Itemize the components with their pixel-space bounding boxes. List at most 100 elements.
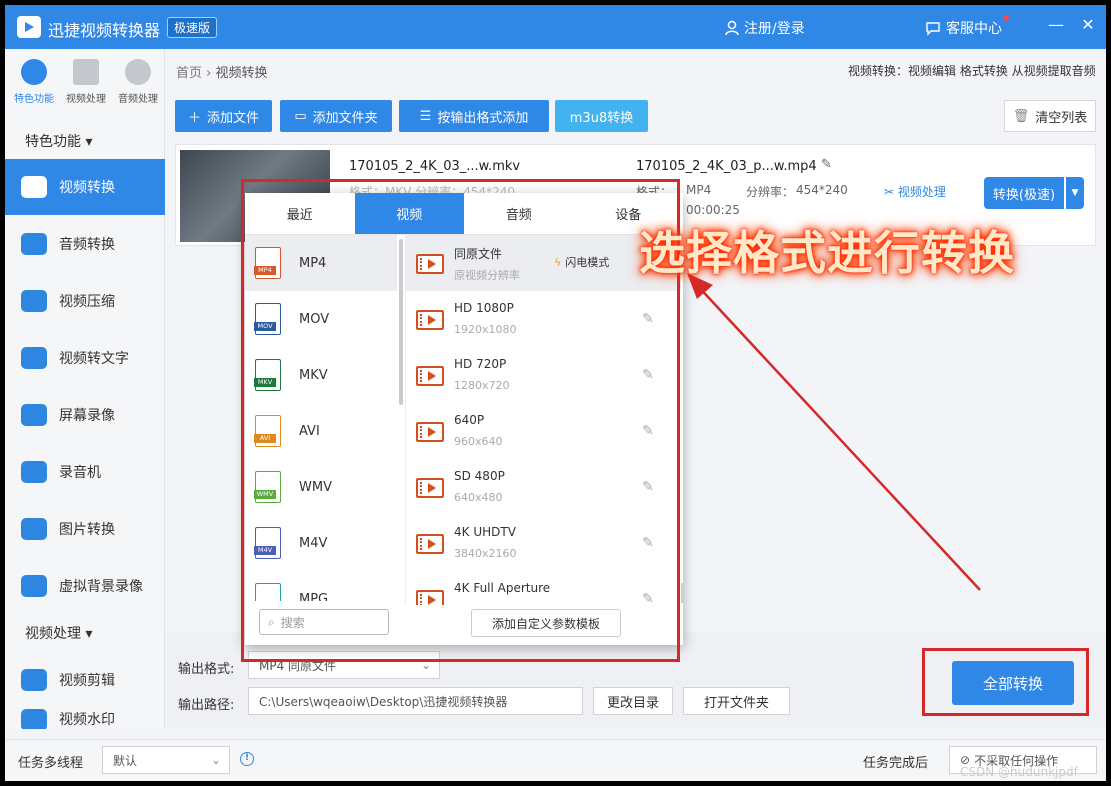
breadcrumb-separator: › — [206, 66, 212, 81]
compress-icon — [21, 290, 47, 312]
output-res-label: 分辨率： — [746, 185, 795, 199]
watermark-icon — [21, 709, 47, 729]
sidebar-item-label: 音频转换 — [59, 237, 115, 253]
multithread-label: 任务多线程 — [18, 756, 84, 771]
chevron-down-icon: ▼ — [1071, 188, 1079, 198]
login-label: 注册/登录 — [744, 21, 805, 37]
sidebar-item-watermark[interactable]: 视频水印 — [5, 709, 165, 729]
annotation-popup-box — [241, 179, 680, 662]
film-icon — [73, 59, 99, 85]
output-res-value: 454*240 — [796, 183, 848, 197]
category-label: 特色功能 — [14, 94, 54, 105]
user-icon — [725, 20, 739, 36]
add-file-button[interactable]: ＋ 添加文件 — [175, 100, 272, 132]
service-label: 客服中心 — [946, 21, 1002, 37]
sidebar-item-recorder[interactable]: 录音机 — [5, 444, 165, 500]
sidebar-item-screen-record[interactable]: 屏幕录像 — [5, 387, 165, 443]
chevron-down-icon: ⌄ — [210, 753, 221, 767]
video-process-link[interactable]: ✂ 视频处理 — [884, 183, 946, 200]
sidebar-item-compress[interactable]: 视频压缩 — [5, 273, 165, 329]
folder-icon: ▭ — [294, 108, 307, 124]
customer-service-link[interactable]: 客服中心 — [925, 18, 1002, 38]
notification-dot — [1003, 15, 1009, 21]
annotation-convert-box — [922, 648, 1089, 716]
close-button[interactable]: ✕ — [1077, 15, 1099, 34]
annotation-arrow-icon — [687, 273, 981, 591]
after-complete-label: 任务完成后 — [863, 756, 929, 771]
breadcrumb: 首页 › 视频转换 — [176, 62, 268, 81]
trash-icon: 🗑 — [1012, 108, 1030, 124]
plus-icon: ＋ — [187, 110, 201, 126]
text-icon — [21, 347, 47, 369]
breadcrumb-current: 视频转换 — [215, 66, 268, 81]
output-format-label: 输出格式: — [178, 662, 235, 677]
open-folder-button[interactable]: 打开文件夹 — [683, 687, 790, 715]
status-bar: 任务多线程 默认 ⌄ ! 任务完成后 ⊘ 不采取任何操作 — [5, 739, 1106, 781]
sidebar: 特色功能 视频处理 音频处理 特色功能 ▾ 视频转换 音频转换 视频压缩 视频转… — [5, 49, 165, 729]
output-path-label: 输出路径: — [178, 698, 235, 713]
info-icon[interactable]: ! — [240, 752, 254, 766]
sidebar-item-video-edit[interactable]: 视频剪辑 — [5, 652, 165, 708]
sidebar-item-audio-convert[interactable]: 音频转换 — [5, 216, 165, 272]
section-featured[interactable]: 特色功能 ▾ — [25, 131, 92, 151]
sidebar-item-label: 屏幕录像 — [59, 408, 115, 424]
category-label: 音频处理 — [118, 94, 158, 105]
clear-list-button[interactable]: 🗑 清空列表 — [1004, 100, 1096, 132]
app-window: 迅捷视频转换器 极速版 注册/登录 客服中心 — ✕ 特色功能 视频处理 音频处… — [5, 5, 1106, 781]
input-file-name: 170105_2_4K_03_...w.mkv — [349, 159, 521, 174]
star-icon — [21, 59, 47, 85]
process-label: 视频处理 — [897, 185, 946, 199]
edit-video-icon — [21, 669, 47, 691]
annotation-callout: 选择格式进行转换 — [639, 226, 1015, 280]
output-duration: 00:00:25 — [686, 203, 740, 217]
sidebar-item-label: 视频剪辑 — [59, 673, 115, 689]
camera-icon — [21, 404, 47, 426]
convert-dropdown-button[interactable]: ▼ — [1066, 177, 1084, 209]
sidebar-item-video-to-text[interactable]: 视频转文字 — [5, 330, 165, 386]
button-label: 添加文件 — [207, 110, 260, 126]
rename-icon[interactable]: ✎ — [821, 157, 832, 172]
sidebar-item-label: 视频压缩 — [59, 294, 115, 310]
watermark: CSDN @hudunkjpdf — [960, 765, 1078, 779]
edition-badge: 极速版 — [167, 17, 218, 38]
sidebar-item-video-convert[interactable]: 视频转换 — [5, 159, 165, 215]
m3u8-convert-button[interactable]: m3u8转换 — [555, 100, 648, 132]
category-label: 视频处理 — [66, 94, 106, 105]
image-icon — [21, 518, 47, 540]
sidebar-item-virtual-bg[interactable]: 虚拟背景录像 — [5, 558, 165, 614]
login-link[interactable]: 注册/登录 — [725, 18, 805, 38]
category-video[interactable]: 视频处理 — [61, 59, 111, 105]
video-convert-icon — [21, 176, 47, 198]
category-audio[interactable]: 音频处理 — [113, 59, 163, 105]
sidebar-item-label: 视频转文字 — [59, 351, 129, 367]
sidebar-item-label: 录音机 — [59, 465, 101, 481]
category-icons: 特色功能 视频处理 音频处理 — [5, 59, 165, 115]
sidebar-item-label: 虚拟背景录像 — [59, 579, 143, 595]
button-label: 添加文件夹 — [312, 110, 378, 126]
add-by-format-button[interactable]: ☰ 按输出格式添加 — [399, 100, 549, 132]
output-file-name: 170105_2_4K_03_p...w.mp4 — [636, 159, 817, 174]
scissors-icon: ✂ — [884, 185, 895, 199]
virtual-bg-icon — [21, 575, 47, 597]
sidebar-item-image-convert[interactable]: 图片转换 — [5, 501, 165, 557]
change-directory-button[interactable]: 更改目录 — [593, 687, 673, 715]
multithread-value: 默认 — [113, 753, 138, 768]
section-video-processing[interactable]: 视频处理 ▾ — [25, 623, 92, 643]
radio-icon — [21, 461, 47, 483]
multithread-select[interactable]: 默认 ⌄ — [102, 746, 230, 774]
category-featured[interactable]: 特色功能 — [9, 59, 59, 105]
list-icon: ☰ — [419, 108, 432, 124]
feature-description: 视频转换：视频编辑 格式转换 从视频提取音频 — [848, 64, 1096, 78]
title-bar: 迅捷视频转换器 极速版 注册/登录 客服中心 — ✕ — [5, 5, 1106, 49]
minimize-button[interactable]: — — [1045, 15, 1067, 34]
button-label: 清空列表 — [1035, 110, 1088, 126]
sidebar-item-label: 视频转换 — [59, 180, 115, 196]
app-logo-icon — [17, 16, 41, 38]
convert-fast-button[interactable]: 转换(极速) — [984, 177, 1064, 209]
music-icon — [125, 59, 151, 85]
add-folder-button[interactable]: ▭ 添加文件夹 — [280, 100, 392, 132]
chat-icon — [926, 21, 940, 36]
button-label: 按输出格式添加 — [437, 110, 529, 126]
breadcrumb-home[interactable]: 首页 — [176, 66, 202, 81]
output-path-field[interactable]: C:\Users\wqeaoiw\Desktop\迅捷视频转换器 — [248, 687, 583, 715]
